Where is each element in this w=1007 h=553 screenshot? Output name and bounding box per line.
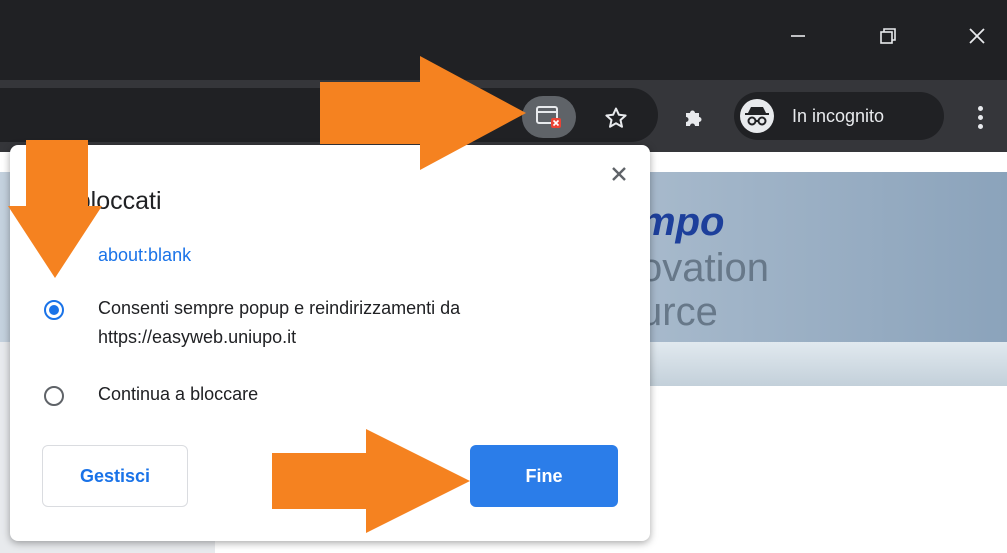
star-icon[interactable] xyxy=(596,100,636,136)
window-titlebar xyxy=(0,0,1007,80)
browser-toolbar: In incognito xyxy=(0,80,1007,152)
block-radio[interactable] xyxy=(44,386,64,406)
logo-line3: urce xyxy=(640,290,718,334)
blocked-popup-link[interactable]: about:blank xyxy=(98,245,191,266)
dialog-title: up bloccati xyxy=(42,187,162,215)
logo-line1: mpo xyxy=(640,200,725,244)
dialog-close-icon[interactable] xyxy=(604,159,634,189)
allow-radio[interactable] xyxy=(44,300,64,320)
minimize-icon[interactable] xyxy=(776,14,820,58)
popup-blocked-dialog: up bloccati about:blank Consenti sempre … xyxy=(10,145,650,541)
puzzle-icon[interactable] xyxy=(674,98,714,136)
block-option-label[interactable]: Continua a bloccare xyxy=(98,380,258,409)
incognito-icon xyxy=(740,99,774,133)
close-icon[interactable] xyxy=(955,14,999,58)
incognito-chip[interactable]: In incognito xyxy=(734,92,944,140)
logo-line2: ovation xyxy=(640,246,769,290)
restore-icon[interactable] xyxy=(866,14,910,58)
more-vert-icon[interactable] xyxy=(962,98,998,136)
manage-button[interactable]: Gestisci xyxy=(42,445,188,507)
allow-option-label[interactable]: Consenti sempre popup e reindirizzamenti… xyxy=(98,294,618,352)
incognito-label: In incognito xyxy=(792,105,885,126)
done-button[interactable]: Fine xyxy=(470,445,618,507)
popup-blocked-icon[interactable] xyxy=(522,96,576,138)
